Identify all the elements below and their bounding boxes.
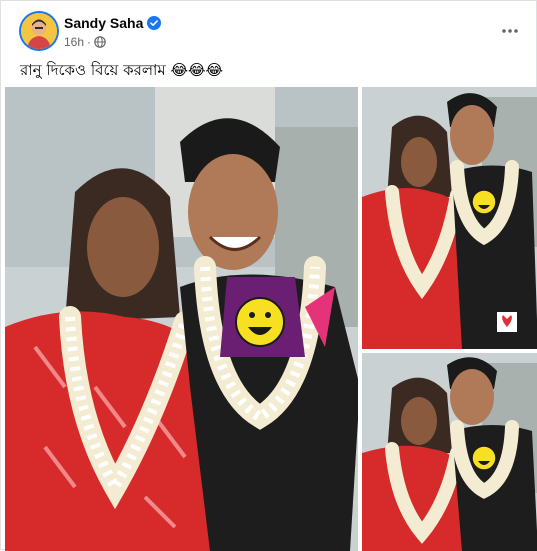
main-photo-image — [5, 87, 358, 551]
author-name[interactable]: Sandy Saha — [64, 15, 143, 31]
side-photo-bottom-image — [362, 353, 537, 551]
facebook-post: Sandy Saha 16h · রানু দিকেও বিয়ে করলাম … — [0, 0, 537, 551]
avatar-image — [21, 13, 57, 49]
more-options-button[interactable] — [496, 17, 524, 45]
more-options-icon — [502, 29, 518, 33]
globe-icon[interactable] — [94, 36, 106, 48]
post-caption: রানু দিকেও বিয়ে করলাম 😂😂😂 — [20, 61, 224, 79]
main-photo[interactable] — [5, 87, 358, 551]
post-meta: 16h · — [64, 35, 106, 49]
side-photo-top[interactable] — [362, 87, 537, 349]
photo-grid — [5, 87, 537, 551]
verified-badge-icon — [147, 16, 162, 30]
author-row: Sandy Saha — [64, 15, 162, 31]
post-timestamp[interactable]: 16h — [64, 35, 84, 49]
side-photo-bottom[interactable] — [362, 353, 537, 551]
side-photo-top-image — [362, 87, 537, 349]
meta-separator: · — [87, 35, 92, 49]
author-avatar[interactable] — [21, 13, 57, 49]
post-header: Sandy Saha 16h · — [1, 1, 537, 61]
